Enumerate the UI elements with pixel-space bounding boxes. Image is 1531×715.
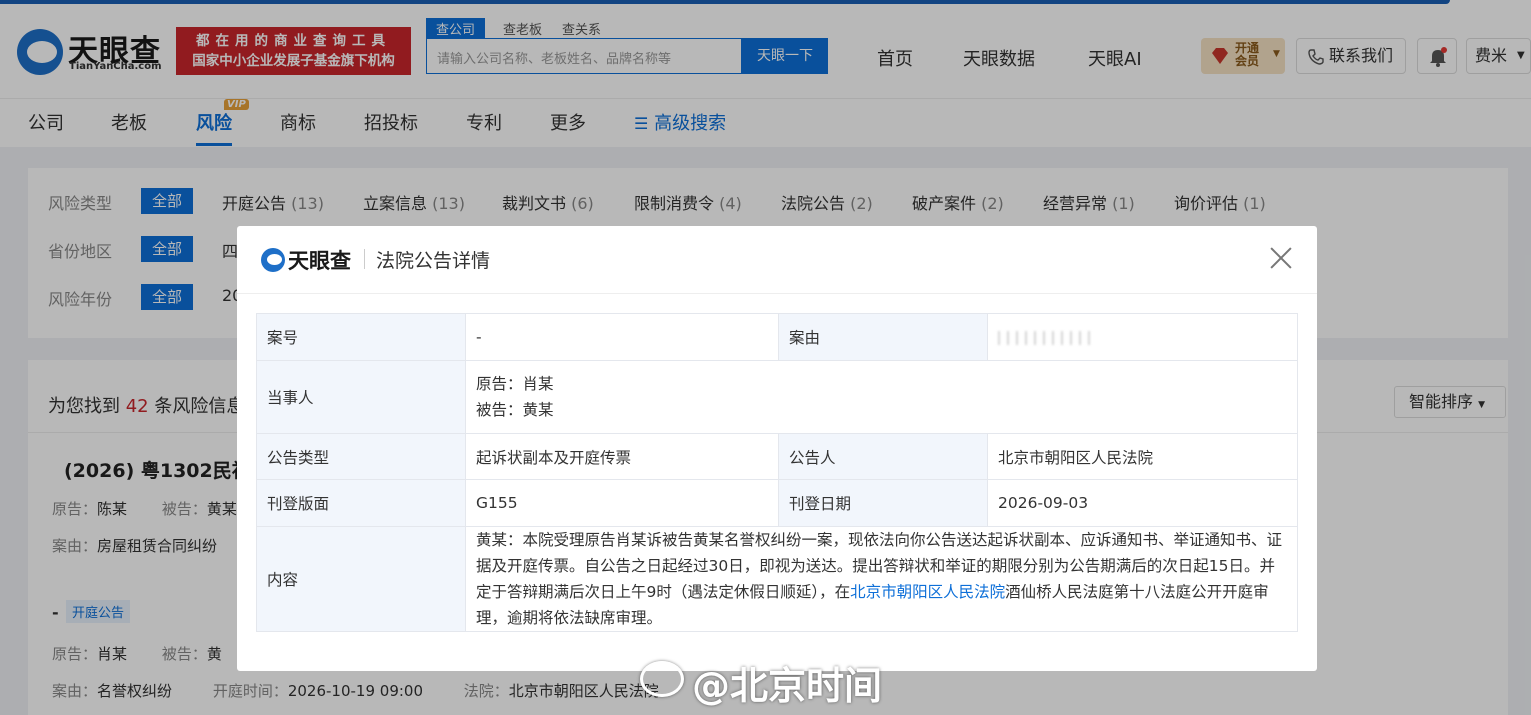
- defendant-line: 被告：黄某: [476, 401, 554, 419]
- type-value: 起诉状副本及开庭传票: [465, 433, 779, 480]
- party-label: 当事人: [256, 360, 466, 434]
- court-link[interactable]: 北京市朝阳区人民法院: [850, 583, 1005, 601]
- type-label: 公告类型: [256, 433, 466, 480]
- blurred-redaction: [998, 330, 1090, 345]
- watermark-text: @北京时间: [692, 664, 883, 708]
- table-row: 刊登版面 G155 刊登日期 2026-09-03: [256, 479, 1298, 527]
- announcer-label: 公告人: [778, 433, 988, 480]
- modal-logo-text: 天眼查: [288, 249, 351, 273]
- table-row: 当事人 原告：肖某 被告：黄某: [256, 360, 1298, 434]
- table-row: 内容 黄某：本院受理原告肖某诉被告黄某名誉权纠纷一案，现依法向你公告送达起诉状副…: [256, 526, 1298, 632]
- content-value: 黄某：本院受理原告肖某诉被告黄某名誉权纠纷一案，现依法向你公告送达起诉状副本、应…: [465, 526, 1298, 632]
- content-label: 内容: [256, 526, 466, 632]
- announcement-detail-table: 案号 - 案由 当事人 原告：肖某 被告：黄某 公告类型 起诉状副本及开庭传票 …: [256, 313, 1298, 632]
- header-separator: [364, 249, 365, 269]
- modal-header: 天眼查 法院公告详情: [237, 226, 1317, 294]
- page-value: G155: [465, 479, 779, 527]
- cause-label: 案由: [778, 313, 988, 361]
- tianyancha-logo-icon: [261, 248, 285, 272]
- announcer-value: 北京市朝阳区人民法院: [987, 433, 1298, 480]
- close-icon[interactable]: [1269, 246, 1293, 270]
- table-row: 案号 - 案由: [256, 313, 1298, 361]
- plaintiff-line: 原告：肖某: [476, 375, 554, 393]
- date-label: 刊登日期: [778, 479, 988, 527]
- page-label: 刊登版面: [256, 479, 466, 527]
- weibo-icon: [640, 661, 684, 697]
- court-announcement-modal: 天眼查 法院公告详情 案号 - 案由 当事人 原告：肖某 被告：黄某 公告类型 …: [237, 226, 1317, 671]
- case-no-label: 案号: [256, 313, 466, 361]
- table-row: 公告类型 起诉状副本及开庭传票 公告人 北京市朝阳区人民法院: [256, 433, 1298, 480]
- party-value: 原告：肖某 被告：黄某: [465, 360, 1298, 434]
- date-value: 2026-09-03: [987, 479, 1298, 527]
- modal-title: 法院公告详情: [376, 250, 491, 272]
- case-no-value: -: [465, 313, 779, 361]
- cause-value: [987, 313, 1298, 361]
